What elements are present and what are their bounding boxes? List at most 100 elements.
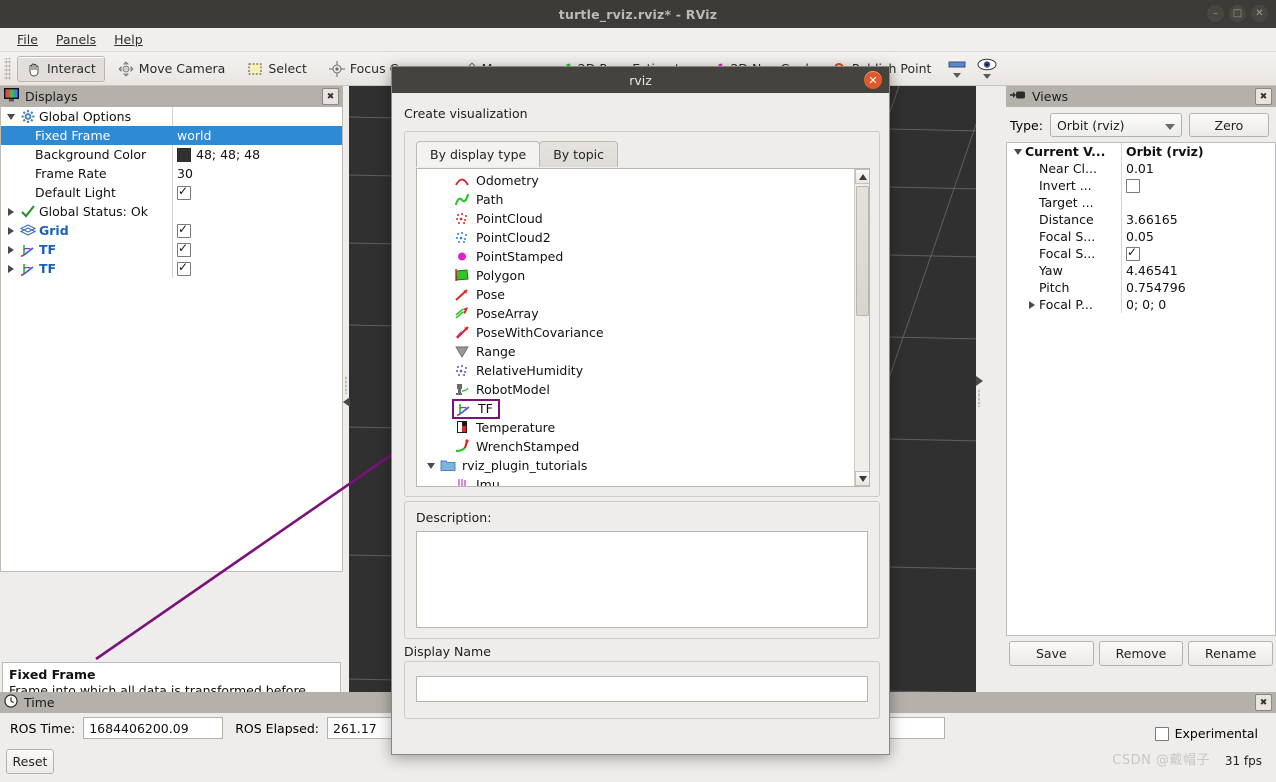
maximize-button[interactable]: □ [1229,5,1246,22]
scroll-down-arrow-icon[interactable] [855,471,869,486]
splitter-right[interactable] [975,86,983,696]
twisty[interactable] [3,264,19,273]
collapse-right-icon[interactable] [975,375,983,386]
displays-row-default-light[interactable]: Default Light [1,183,342,202]
views-checkbox[interactable] [1126,178,1140,193]
twisty-expanded-icon[interactable] [427,462,435,469]
views-tree[interactable]: Current V... Orbit (rviz) Near Cl... 0.01 In… [1006,142,1276,636]
twisty[interactable] [3,113,19,120]
twisty-expanded-icon[interactable] [1014,148,1022,155]
color-swatch[interactable] [177,147,191,162]
display-name-input[interactable] [416,676,868,702]
display-type-item-rviz-plugin-tutorials[interactable]: rviz_plugin_tutorials [417,456,853,475]
display-type-item-pointcloud2[interactable]: PointCloud2 [417,228,853,247]
posewithcovariance-icon [453,325,471,341]
visibility-checkbox[interactable] [177,260,191,276]
collapse-left-icon[interactable] [342,396,350,407]
displays-row-global-status-ok[interactable]: Global Status: Ok [1,202,342,221]
tool-select[interactable]: Select [238,56,316,82]
scroll-up-arrow-icon[interactable] [855,169,869,184]
scrollbar-thumb[interactable] [856,186,869,316]
displays-tree[interactable]: Global Options Fixed Frame world Background… [0,107,343,572]
display-type-item-range[interactable]: Range [417,342,853,361]
twisty[interactable] [3,207,19,216]
twisty[interactable] [1025,300,1039,309]
splitter-left[interactable] [342,86,350,696]
display-type-item-robotmodel[interactable]: RobotModel [417,380,853,399]
views-row-focal-s[interactable]: Focal S... [1007,245,1275,262]
experimental-checkbox[interactable] [1154,726,1169,741]
display-type-item-pointstamped[interactable]: PointStamped [417,247,853,266]
display-type-item-pointcloud[interactable]: PointCloud [417,209,853,228]
display-type-item-posearray[interactable]: PoseArray [417,304,853,323]
views-row-pitch[interactable]: Pitch 0.754796 [1007,279,1275,296]
views-row-distance[interactable]: Distance 3.66165 [1007,211,1275,228]
display-type-item-relativehumidity[interactable]: RelativeHumidity [417,361,853,380]
displays-row-global-options[interactable]: Global Options [1,107,342,126]
displays-row-background-color[interactable]: Background Color 48; 48; 48 [1,145,342,164]
list-scrollbar[interactable] [854,169,869,486]
views-row-yaw[interactable]: Yaw 4.46541 [1007,262,1275,279]
display-type-item-polygon[interactable]: Polygon [417,266,853,285]
display-type-item-wrenchstamped[interactable]: WrenchStamped [417,437,853,456]
views-row-near-cl[interactable]: Near Cl... 0.01 [1007,160,1275,177]
views-save-button[interactable]: Save [1009,641,1094,666]
reset-button[interactable]: Reset [6,749,54,774]
toolbar-grip[interactable] [4,57,11,80]
ros-time-input[interactable]: 1684406200.09 [83,717,224,739]
views-row-focal-p[interactable]: Focal P... 0; 0; 0 [1007,296,1275,313]
tab-by-display-type[interactable]: By display type [416,141,541,167]
tool-move-camera[interactable]: Move Camera [109,56,235,82]
twisty-collapsed-icon[interactable] [8,207,14,216]
views-row-current-v[interactable]: Current V... Orbit (rviz) [1007,143,1275,160]
views-row-invert[interactable]: Invert ... [1007,177,1275,194]
visibility-checkbox[interactable] [177,184,191,200]
views-row-focal-s[interactable]: Focal S... 0.05 [1007,228,1275,245]
displays-row-frame-rate[interactable]: Frame Rate 30 [1,164,342,183]
views-checkbox[interactable] [1126,245,1140,261]
twisty-collapsed-icon[interactable] [8,245,14,254]
tool-interact[interactable]: Interact [17,55,105,82]
dialog-close-icon[interactable]: ✕ [864,71,882,89]
toolbar-extra-dropdown-1[interactable] [942,54,972,84]
views-remove-button[interactable]: Remove [1098,641,1184,666]
visibility-checkbox[interactable] [177,222,191,238]
toolbar-extra-dropdown-2[interactable] [972,54,1002,84]
visibility-checkbox[interactable] [177,241,191,257]
menu-file[interactable]: File [8,30,47,49]
twisty-collapsed-icon[interactable] [1029,300,1035,309]
minimize-button[interactable]: – [1207,5,1224,22]
tab-by-topic[interactable]: By topic [539,141,619,167]
menu-panels[interactable]: Panels [47,30,105,49]
displays-row-fixed-frame[interactable]: Fixed Frame world [1,126,342,145]
twisty[interactable] [3,245,19,254]
twisty-collapsed-icon[interactable] [8,226,14,235]
views-row-label: Focal S... [1039,246,1096,261]
menu-help[interactable]: Help [105,30,152,49]
views-row-target[interactable]: Target ... [1007,194,1275,211]
displays-row-tf[interactable]: TF [1,240,342,259]
twisty[interactable] [423,462,439,469]
display-type-list[interactable]: Odometry Path PointCloud PointCloud2 PointSt… [416,168,870,487]
zero-button[interactable]: Zero [1188,113,1269,137]
display-type-item-pose[interactable]: Pose [417,285,853,304]
display-type-item-posewithcovariance[interactable]: PoseWithCovariance [417,323,853,342]
displays-row-tf[interactable]: TF [1,259,342,278]
twisty-collapsed-icon[interactable] [8,264,14,273]
displays-row-grid[interactable]: Grid [1,221,342,240]
splitter-grip-dots [978,388,980,407]
view-type-select[interactable]: Orbit (rviz) [1049,113,1182,137]
views-rename-button[interactable]: Rename [1188,641,1274,666]
twisty[interactable] [3,226,19,235]
display-type-item-tf[interactable]: TF [417,398,853,419]
displays-close-icon[interactable]: ✖ [322,88,339,105]
views-close-icon[interactable]: ✖ [1255,88,1272,105]
twisty[interactable] [1011,148,1025,155]
display-type-item-odometry[interactable]: Odometry [417,171,853,190]
time-close-icon[interactable]: ✖ [1255,694,1272,711]
display-type-item-imu[interactable]: Imu [417,475,853,486]
display-type-item-path[interactable]: Path [417,190,853,209]
close-button[interactable]: ✕ [1251,5,1268,22]
twisty-expanded-icon[interactable] [7,113,15,120]
display-type-item-temperature[interactable]: Temperature [417,418,853,437]
